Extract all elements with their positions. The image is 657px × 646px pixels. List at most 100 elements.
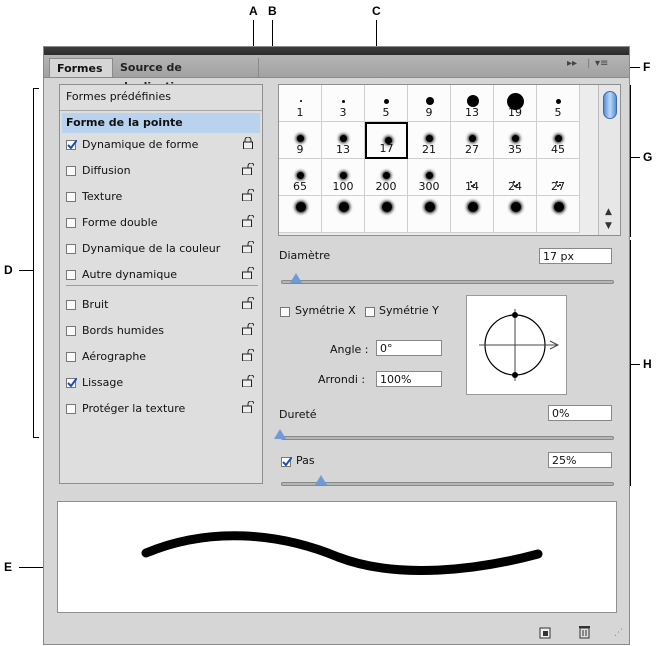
option-item[interactable]: Aérographe — [66, 345, 258, 371]
spacing-field[interactable]: 25% — [548, 452, 612, 468]
option-checkbox[interactable] — [66, 378, 77, 388]
brush-tip-cell[interactable]: 14 — [451, 159, 494, 196]
angle-field[interactable]: 0° — [376, 340, 442, 356]
callout-g: G — [643, 150, 653, 164]
roundness-handle-bottom — [512, 372, 518, 378]
option-checkbox[interactable] — [66, 404, 76, 414]
brush-tip-cell[interactable]: 21 — [408, 122, 451, 159]
option-checkbox[interactable] — [66, 300, 76, 310]
scroll-down-icon[interactable]: ▼ — [605, 221, 612, 231]
option-item[interactable]: Dynamique de forme — [66, 133, 258, 159]
brush-tip-cell[interactable]: 65 — [279, 159, 322, 196]
brush-tip-cell[interactable]: 13 — [322, 122, 365, 159]
brush-tip-cell[interactable]: 24 — [494, 159, 537, 196]
brush-tip-cell[interactable]: 17 — [365, 122, 408, 159]
option-checkbox[interactable] — [66, 244, 76, 254]
brush-tip-cell[interactable]: 13 — [451, 85, 494, 122]
diameter-slider-knob[interactable] — [290, 273, 302, 283]
unlock-icon[interactable] — [242, 240, 255, 254]
brush-tip-cell[interactable]: 5 — [537, 85, 580, 122]
hardness-field[interactable]: 0% — [548, 405, 612, 421]
unlock-icon[interactable] — [242, 374, 255, 388]
scroll-up-icon[interactable]: ▲ — [605, 207, 612, 217]
spacing-slider-knob[interactable] — [315, 475, 327, 485]
brush-tip-preview — [469, 135, 476, 142]
trash-icon[interactable] — [578, 625, 591, 639]
option-checkbox[interactable] — [66, 166, 76, 176]
option-checkbox[interactable] — [66, 140, 77, 150]
brush-tip-cell[interactable]: 5 — [365, 85, 408, 122]
brush-size-label: 14 — [465, 180, 479, 193]
brush-size-label: 27 — [551, 180, 565, 193]
flip-y-checkbox[interactable] — [365, 307, 375, 317]
unlock-icon[interactable] — [242, 348, 255, 362]
option-item[interactable]: Forme double — [66, 211, 258, 237]
roundness-field[interactable]: 100% — [376, 371, 442, 387]
brush-tip-cell[interactable]: 19 — [494, 85, 537, 122]
hardness-slider-track[interactable] — [281, 436, 614, 440]
brush-tip-cell[interactable]: 100 — [322, 159, 365, 196]
unlock-icon[interactable] — [242, 162, 255, 176]
brush-tip-cell[interactable] — [537, 196, 580, 233]
unlock-icon[interactable] — [242, 296, 255, 310]
option-item[interactable]: Protéger la texture — [66, 397, 258, 423]
panel-menu-icon[interactable]: ▾≡ — [595, 58, 608, 69]
brush-tip-cell[interactable] — [494, 196, 537, 233]
option-checkbox[interactable] — [66, 218, 76, 228]
angle-roundness-preview[interactable] — [466, 295, 567, 395]
unlock-icon[interactable] — [242, 400, 255, 414]
option-checkbox[interactable] — [66, 352, 76, 362]
option-label: Aérographe — [82, 350, 147, 363]
resize-grip-icon[interactable]: ⋰ — [614, 628, 623, 638]
lock-icon[interactable] — [242, 136, 254, 150]
flip-x-checkbox[interactable] — [280, 307, 290, 317]
brush-tip-cell[interactable]: 27 — [451, 122, 494, 159]
option-item[interactable]: Bruit — [66, 293, 258, 319]
scroll-thumb[interactable] — [603, 91, 617, 119]
unlock-icon[interactable] — [242, 266, 255, 280]
brush-tip-cell[interactable]: 1 — [279, 85, 322, 122]
brush-size-label: 100 — [332, 180, 354, 193]
panel-titlebar[interactable] — [44, 47, 629, 55]
option-checkbox[interactable] — [66, 270, 76, 280]
option-item[interactable]: Bords humides — [66, 319, 258, 345]
brush-tip-cell[interactable]: 200 — [365, 159, 408, 196]
brush-presets-item[interactable]: Formes prédéfinies — [60, 85, 262, 111]
unlock-icon[interactable] — [242, 188, 255, 202]
option-checkbox[interactable] — [66, 192, 76, 202]
option-item[interactable]: Lissage — [66, 371, 258, 397]
brush-tip-cell[interactable]: 9 — [408, 85, 451, 122]
option-item[interactable]: Texture — [66, 185, 258, 211]
brush-tip-cell[interactable]: 35 — [494, 122, 537, 159]
brush-tip-cell[interactable] — [365, 196, 408, 233]
brush-tip-cell[interactable] — [322, 196, 365, 233]
collapse-panel-icon[interactable]: ▸▸ — [567, 58, 577, 69]
unlock-icon[interactable] — [242, 322, 255, 336]
hardness-slider-knob[interactable] — [274, 429, 286, 439]
brush-tip-cell[interactable]: 27 — [537, 159, 580, 196]
brush-tip-cell[interactable]: 9 — [279, 122, 322, 159]
brush-tip-preview — [426, 97, 434, 105]
brush-tip-cell[interactable]: 45 — [537, 122, 580, 159]
diameter-field[interactable]: 17 px — [539, 248, 612, 264]
option-checkbox[interactable] — [66, 326, 76, 336]
tab-formes[interactable]: Formes — [49, 58, 113, 77]
brush-tip-preview — [300, 100, 302, 102]
brush-tip-cell[interactable] — [451, 196, 494, 233]
brush-tip-cell[interactable] — [408, 196, 451, 233]
tab-source-duplication[interactable]: Source de duplication — [113, 58, 259, 93]
option-item[interactable]: Diffusion — [66, 159, 258, 185]
brush-size-label: 3 — [339, 106, 347, 119]
brush-tip-cell[interactable]: 3 — [322, 85, 365, 122]
brush-tip-shape-item[interactable]: Forme de la pointe — [62, 113, 260, 133]
option-item[interactable]: Dynamique de la couleur — [66, 237, 258, 263]
brush-grid-scrollbar[interactable]: ▲ ▼ — [598, 85, 620, 235]
unlock-icon[interactable] — [242, 214, 255, 228]
spacing-slider-track[interactable] — [281, 482, 614, 486]
diameter-slider-track[interactable] — [281, 280, 614, 284]
brush-tip-preview — [425, 202, 435, 212]
brush-tip-cell[interactable]: 300 — [408, 159, 451, 196]
new-preset-icon[interactable] — [539, 626, 552, 639]
spacing-checkbox[interactable] — [281, 457, 292, 467]
brush-tip-cell[interactable] — [279, 196, 322, 233]
